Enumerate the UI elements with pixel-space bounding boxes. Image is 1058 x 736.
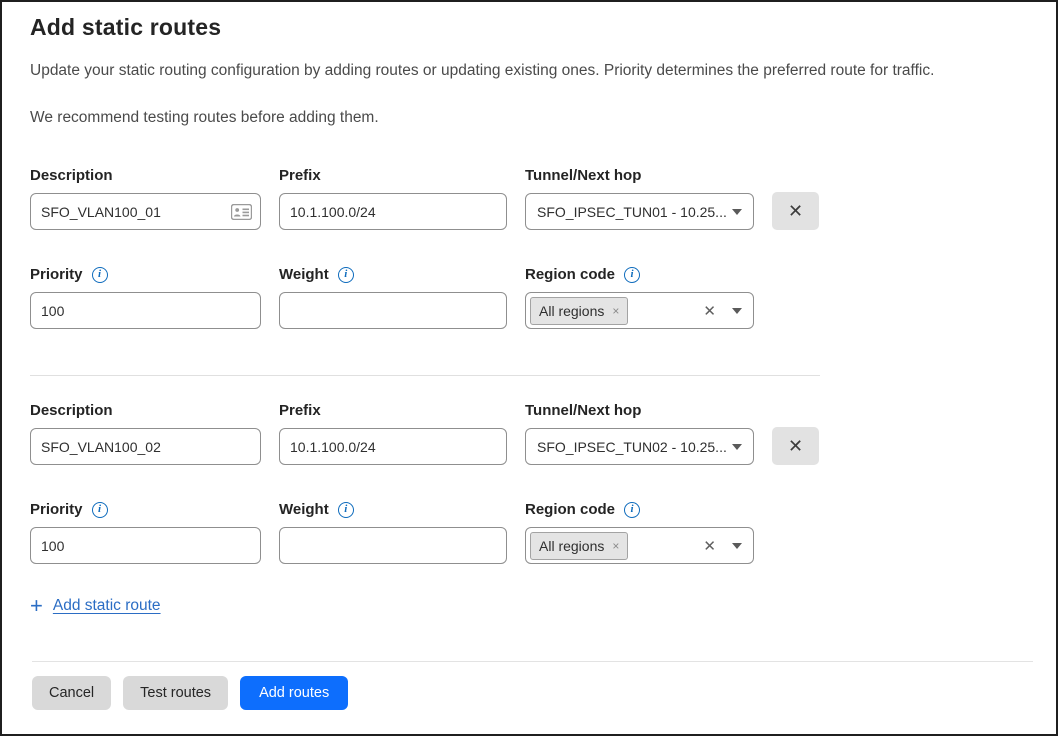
description-input[interactable] xyxy=(30,193,261,230)
chevron-down-icon xyxy=(732,444,742,450)
weight-input[interactable] xyxy=(279,292,507,329)
region-select[interactable]: All regions × ✕ xyxy=(525,527,754,564)
weight-input[interactable] xyxy=(279,527,507,564)
prefix-input[interactable] xyxy=(279,428,507,465)
contact-card-icon xyxy=(231,204,252,220)
page-title: Add static routes xyxy=(30,14,1028,41)
add-static-route-link[interactable]: + Add static route xyxy=(30,595,161,617)
description-label: Description xyxy=(30,167,261,184)
add-static-route-label[interactable]: Add static route xyxy=(53,597,161,615)
clear-selection-icon[interactable]: ✕ xyxy=(703,537,716,555)
test-routes-button[interactable]: Test routes xyxy=(123,676,228,710)
info-icon[interactable]: i xyxy=(624,502,640,518)
route-group-2: Description Prefix Tunnel/Next hop SFO_I… xyxy=(30,402,1028,564)
prefix-label: Prefix xyxy=(279,167,507,184)
tunnel-select-value: SFO_IPSEC_TUN01 - 10.25... xyxy=(537,204,727,220)
tunnel-select-value: SFO_IPSEC_TUN02 - 10.25... xyxy=(537,439,727,455)
region-tag-label: All regions xyxy=(539,538,604,554)
description-label: Description xyxy=(30,402,261,419)
tunnel-select[interactable]: SFO_IPSEC_TUN02 - 10.25... xyxy=(525,428,754,465)
region-tag-label: All regions xyxy=(539,303,604,319)
chevron-down-icon xyxy=(732,543,742,549)
info-icon[interactable]: i xyxy=(92,502,108,518)
priority-input[interactable] xyxy=(30,292,261,329)
group-divider xyxy=(30,375,820,376)
description-input[interactable] xyxy=(30,428,261,465)
info-icon[interactable]: i xyxy=(624,267,640,283)
priority-label: Priority i xyxy=(30,266,261,283)
tunnel-select[interactable]: SFO_IPSEC_TUN01 - 10.25... xyxy=(525,193,754,230)
info-icon[interactable]: i xyxy=(338,502,354,518)
region-tag: All regions × xyxy=(530,297,628,325)
add-routes-button[interactable]: Add routes xyxy=(240,676,348,710)
region-tag: All regions × xyxy=(530,532,628,560)
intro-text: Update your static routing configuration… xyxy=(30,62,1028,80)
plus-icon: + xyxy=(30,595,43,617)
close-icon: ✕ xyxy=(788,201,803,222)
prefix-input[interactable] xyxy=(279,193,507,230)
remove-route-button[interactable]: ✕ xyxy=(772,427,819,465)
region-code-label: Region code i xyxy=(525,266,754,283)
prefix-label: Prefix xyxy=(279,402,507,419)
close-icon: ✕ xyxy=(788,436,803,457)
weight-label: Weight i xyxy=(279,266,507,283)
priority-label: Priority i xyxy=(30,501,261,518)
weight-label: Weight i xyxy=(279,501,507,518)
dialog-footer: Cancel Test routes Add routes xyxy=(32,661,1033,710)
add-static-routes-dialog: Add static routes Update your static rou… xyxy=(0,0,1058,736)
clear-selection-icon[interactable]: ✕ xyxy=(703,302,716,320)
remove-tag-icon[interactable]: × xyxy=(612,304,619,318)
tunnel-label: Tunnel/Next hop xyxy=(525,167,754,184)
region-select[interactable]: All regions × ✕ xyxy=(525,292,754,329)
tunnel-label: Tunnel/Next hop xyxy=(525,402,754,419)
cancel-button[interactable]: Cancel xyxy=(32,676,111,710)
chevron-down-icon xyxy=(732,209,742,215)
region-code-label: Region code i xyxy=(525,501,754,518)
route-group-1: Description xyxy=(30,167,1028,329)
info-icon[interactable]: i xyxy=(92,267,108,283)
chevron-down-icon xyxy=(732,308,742,314)
remove-route-button[interactable]: ✕ xyxy=(772,192,819,230)
priority-input[interactable] xyxy=(30,527,261,564)
remove-tag-icon[interactable]: × xyxy=(612,539,619,553)
info-icon[interactable]: i xyxy=(338,267,354,283)
note-text: We recommend testing routes before addin… xyxy=(30,109,1028,127)
